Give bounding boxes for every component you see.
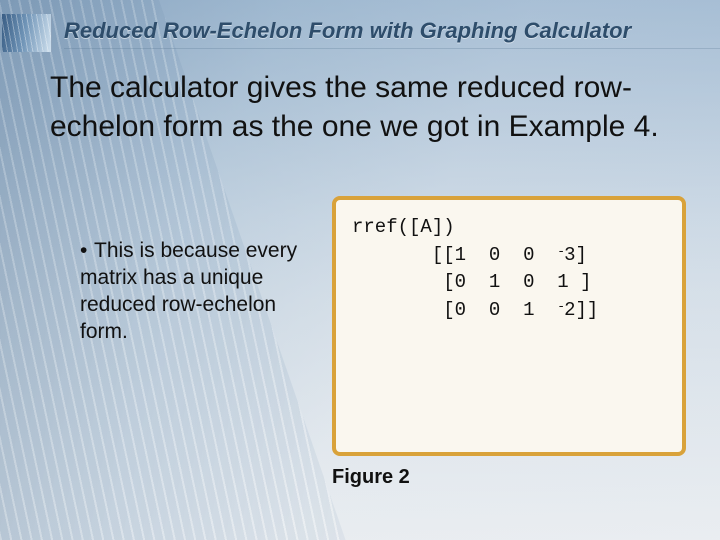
body-paragraph: The calculator gives the same reduced ro… (50, 68, 680, 146)
m-r1c3: 0 (523, 244, 534, 266)
bullet-list: •This is because every matrix has a uniq… (80, 238, 310, 346)
calculator-screen: rref([A]) [[1 0 0 -3] [0 1 0 1 ] [0 0 1 … (352, 214, 666, 324)
title-bar: Reduced Row-Echelon Form with Graphing C… (0, 14, 720, 52)
m-r2c4: 1 (557, 271, 568, 293)
calc-command: rref([A]) (352, 216, 455, 238)
m-r1c2: 0 (489, 244, 500, 266)
m-r3c1: 0 (455, 299, 466, 321)
figure-2: rref([A]) [[1 0 0 -3] [0 1 0 1 ] [0 0 1 … (332, 196, 686, 489)
m-r3c4: 2 (564, 299, 575, 321)
m-r1c4: 3 (564, 244, 575, 266)
m-r1c1: 1 (455, 244, 466, 266)
m-r3c2: 0 (489, 299, 500, 321)
slide-title: Reduced Row-Echelon Form with Graphing C… (64, 18, 720, 49)
m-r3c3: 1 (523, 299, 534, 321)
figure-caption: Figure 2 (332, 466, 686, 489)
m-r2c3: 0 (523, 271, 534, 293)
m-r2c2: 1 (489, 271, 500, 293)
m-r2c1: 0 (455, 271, 466, 293)
building-icon (2, 14, 52, 52)
bullet-dot: • (80, 238, 94, 265)
calculator-screen-frame: rref([A]) [[1 0 0 -3] [0 1 0 1 ] [0 0 1 … (332, 196, 686, 456)
bullet-text: This is because every matrix has a uniqu… (80, 239, 297, 343)
slide: Reduced Row-Echelon Form with Graphing C… (0, 0, 720, 540)
